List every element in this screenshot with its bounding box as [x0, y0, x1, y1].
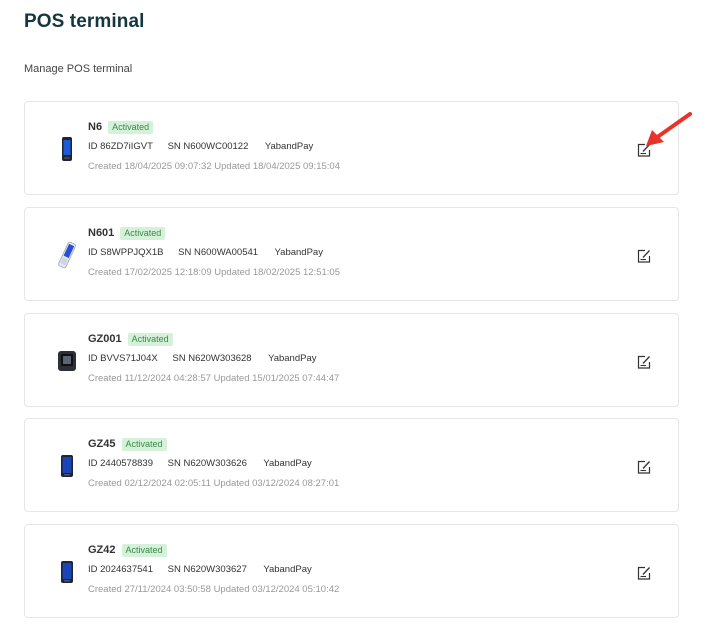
id-label: ID — [88, 353, 98, 364]
terminal-id: 2024637541 — [100, 564, 153, 575]
terminal-sn: N600WA00541 — [193, 247, 259, 258]
edit-icon[interactable] — [636, 459, 652, 475]
terminal-sn: N620W303627 — [183, 564, 247, 575]
id-label: ID — [88, 247, 98, 258]
terminal-name: GZ001 — [88, 333, 122, 345]
square-terminal-icon — [58, 351, 76, 371]
terminal-card-n6: N6 Activated ID 86ZD7iIGVT SN N600WC0012… — [24, 101, 679, 195]
created-label: Created — [88, 373, 122, 384]
page-subtitle: Manage POS terminal — [24, 63, 133, 75]
created-date: 18/04/2025 09:07:32 — [124, 161, 212, 172]
status-badge: Activated — [120, 226, 166, 240]
sn-label: SN — [167, 458, 181, 469]
created-label: Created — [88, 267, 122, 278]
updated-date: 15/01/2025 07:44:47 — [252, 373, 340, 384]
updated-date: 18/02/2025 12:51:05 — [252, 267, 340, 278]
updated-date: 03/12/2024 05:10:42 — [252, 584, 340, 595]
status-badge: Activated — [127, 332, 173, 346]
terminal-id: 86ZD7iIGVT — [100, 141, 153, 152]
handheld-terminal-icon — [62, 137, 72, 161]
terminal-sn: N600WC00122 — [183, 141, 249, 152]
updated-label: Updated — [214, 161, 251, 172]
handheld-terminal-icon — [61, 455, 73, 477]
terminal-id: BVVS71J04X — [100, 353, 158, 364]
terminal-card-gz001: GZ001 Activated ID BVVS71J04X SN N620W30… — [24, 313, 679, 407]
id-label: ID — [88, 564, 98, 575]
created-date: 11/12/2024 04:28:57 — [124, 373, 211, 384]
terminal-sn: N620W303626 — [183, 458, 247, 469]
created-date: 02/12/2024 02:05:11 — [124, 478, 211, 489]
terminal-card-gz45: GZ45 Activated ID 2440578839 SN N620W303… — [24, 418, 679, 512]
terminal-name: N6 — [88, 121, 103, 133]
edit-icon[interactable] — [636, 354, 652, 370]
company-name: YabandPay — [263, 564, 312, 575]
created-date: 17/02/2025 12:18:09 — [124, 267, 212, 278]
updated-date: 18/04/2025 09:15:04 — [252, 161, 340, 172]
updated-label: Updated — [214, 267, 251, 278]
company-name: YabandPay — [268, 353, 317, 364]
company-name: YabandPay — [274, 247, 323, 258]
status-badge: Activated — [108, 120, 154, 134]
id-label: ID — [88, 458, 98, 469]
created-label: Created — [88, 478, 122, 489]
terminal-name: GZ42 — [88, 544, 116, 556]
terminal-card-n601: N601 Activated ID S8WPPJQX1B SN N600WA00… — [24, 207, 679, 301]
terminal-name: N601 — [88, 227, 115, 239]
terminal-id: 2440578839 — [100, 458, 153, 469]
created-label: Created — [88, 161, 122, 172]
edit-icon[interactable] — [636, 248, 652, 264]
terminal-sn: N620W303628 — [188, 353, 252, 364]
edit-icon[interactable] — [636, 142, 652, 158]
tilted-terminal-icon — [58, 241, 76, 269]
terminal-name: GZ45 — [88, 438, 116, 450]
terminal-id: S8WPPJQX1B — [100, 247, 164, 258]
updated-date: 03/12/2024 08:27:01 — [252, 478, 340, 489]
sn-label: SN — [178, 247, 192, 258]
sn-label: SN — [167, 564, 181, 575]
status-badge: Activated — [121, 437, 167, 451]
terminal-card-gz42: GZ42 Activated ID 2024637541 SN N620W303… — [24, 524, 679, 618]
page-title: POS terminal — [24, 11, 145, 32]
company-name: YabandPay — [264, 141, 314, 152]
updated-label: Updated — [213, 584, 250, 595]
created-date: 27/11/2024 03:50:58 — [124, 584, 211, 595]
edit-icon[interactable] — [636, 565, 652, 581]
updated-label: Updated — [213, 478, 250, 489]
sn-label: SN — [167, 141, 181, 152]
status-badge: Activated — [121, 543, 167, 557]
handheld-terminal-icon — [61, 561, 73, 583]
company-name: YabandPay — [263, 458, 312, 469]
id-label: ID — [88, 141, 98, 152]
pos-terminal-page: POS terminal Manage POS terminal N6 Acti… — [0, 0, 713, 628]
created-label: Created — [88, 584, 122, 595]
sn-label: SN — [172, 353, 186, 364]
updated-label: Updated — [213, 373, 250, 384]
